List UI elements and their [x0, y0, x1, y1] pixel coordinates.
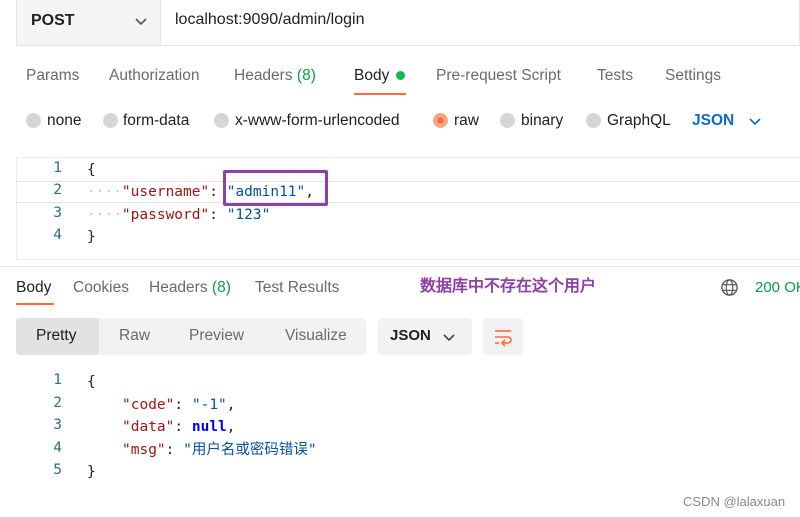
response-format-label: JSON: [390, 327, 431, 344]
json-key: "msg": [122, 442, 166, 458]
json-colon: :: [165, 442, 175, 458]
line-number: 2: [53, 395, 62, 411]
radio-form-data-label: form-data: [123, 112, 190, 129]
radio-binary[interactable]: [500, 113, 515, 128]
view-mode-pretty-label: Pretty: [36, 327, 77, 344]
view-mode-preview[interactable]: Preview: [189, 327, 244, 345]
response-tab-headers-label: Headers: [149, 279, 208, 296]
body-status-dot: [396, 71, 405, 80]
radio-none[interactable]: [26, 113, 41, 128]
radio-graphql[interactable]: [586, 113, 601, 128]
line-number: 1: [53, 160, 62, 176]
json-value: null: [191, 419, 227, 435]
tab-headers-count: (8): [296, 67, 316, 84]
view-mode-visualize[interactable]: Visualize: [285, 327, 347, 345]
radio-none-label: none: [47, 112, 82, 129]
tab-pre-request-script[interactable]: Pre-request Script: [436, 67, 561, 85]
code-open-brace: {: [87, 374, 96, 390]
line-number: 4: [53, 227, 62, 243]
radio-form-data[interactable]: [103, 113, 118, 128]
json-colon: :: [209, 184, 218, 200]
line-number: 4: [53, 440, 62, 456]
radio-graphql-label: GraphQL: [607, 112, 671, 129]
json-key: "username": [121, 184, 210, 200]
line-number: 3: [53, 417, 62, 433]
code-line-data: "data": null,: [122, 416, 236, 438]
wrap-lines-icon: [495, 330, 512, 347]
annotation-text: 数据库中不存在这个用户: [420, 278, 597, 295]
json-comma: ,: [226, 397, 236, 413]
radio-binary-label: binary: [521, 112, 564, 129]
code-close-brace: }: [87, 464, 96, 480]
json-key: "data": [122, 419, 175, 435]
chevron-down-icon: [443, 334, 455, 342]
json-key: "password": [121, 207, 210, 223]
code-line-code: "code": "-1",: [122, 394, 236, 416]
status-code[interactable]: 200 OK: [755, 279, 800, 296]
json-key: "code": [122, 397, 175, 413]
code-open-brace: {: [87, 162, 96, 178]
watermark: CSDN @lalaxuan: [683, 494, 786, 509]
json-value: "用户名或密码错误": [183, 442, 317, 458]
json-value: "123": [226, 207, 271, 223]
method-select[interactable]: POST: [17, 0, 161, 45]
response-tab-headers[interactable]: Headers (8): [149, 279, 231, 297]
chevron-down-icon: [135, 18, 147, 26]
tab-authorization[interactable]: Authorization: [109, 67, 199, 85]
line-number: 5: [53, 462, 62, 478]
indent-dots: ····: [87, 207, 122, 223]
code-line-msg: "msg": "用户名或密码错误": [122, 439, 317, 461]
indent-dots: ····: [87, 184, 122, 200]
body-format-select[interactable]: JSON: [692, 112, 734, 130]
json-colon: :: [209, 207, 218, 223]
json-colon: :: [174, 397, 184, 413]
radio-urlencoded-label: x-www-form-urlencoded: [235, 112, 400, 129]
view-mode-raw[interactable]: Raw: [119, 327, 150, 345]
active-tab-indicator: [16, 303, 54, 305]
method-label: POST: [31, 12, 75, 29]
radio-raw-label: raw: [454, 112, 479, 129]
response-tab-cookies[interactable]: Cookies: [73, 279, 129, 297]
json-colon: :: [174, 419, 184, 435]
tab-body[interactable]: Body: [354, 67, 389, 85]
radio-urlencoded[interactable]: [214, 113, 229, 128]
tab-settings[interactable]: Settings: [665, 67, 721, 85]
radio-raw[interactable]: [433, 113, 448, 128]
request-bar: POST localhost:9090/admin/login: [16, 0, 800, 46]
url-input[interactable]: localhost:9090/admin/login: [175, 11, 364, 29]
response-tab-headers-count: (8): [211, 279, 231, 296]
annotation-box: [223, 170, 328, 206]
line-number: 2: [53, 182, 62, 198]
tab-params[interactable]: Params: [26, 67, 79, 85]
tab-headers-label: Headers: [234, 67, 293, 84]
panel-divider: [0, 266, 800, 267]
globe-icon[interactable]: [720, 278, 739, 297]
code-close-brace: }: [87, 229, 96, 245]
code-line-password: ····"password": "123": [87, 204, 270, 226]
json-comma: ,: [226, 419, 236, 435]
json-value: "-1": [191, 397, 227, 413]
response-tab-test-results[interactable]: Test Results: [255, 279, 339, 297]
line-number: 1: [53, 372, 62, 388]
response-tab-body[interactable]: Body: [16, 279, 51, 297]
active-tab-indicator: [354, 93, 406, 95]
line-number: 3: [53, 205, 62, 221]
chevron-down-icon: [749, 118, 761, 126]
tab-tests[interactable]: Tests: [597, 67, 633, 85]
tab-headers[interactable]: Headers (8): [234, 67, 316, 85]
